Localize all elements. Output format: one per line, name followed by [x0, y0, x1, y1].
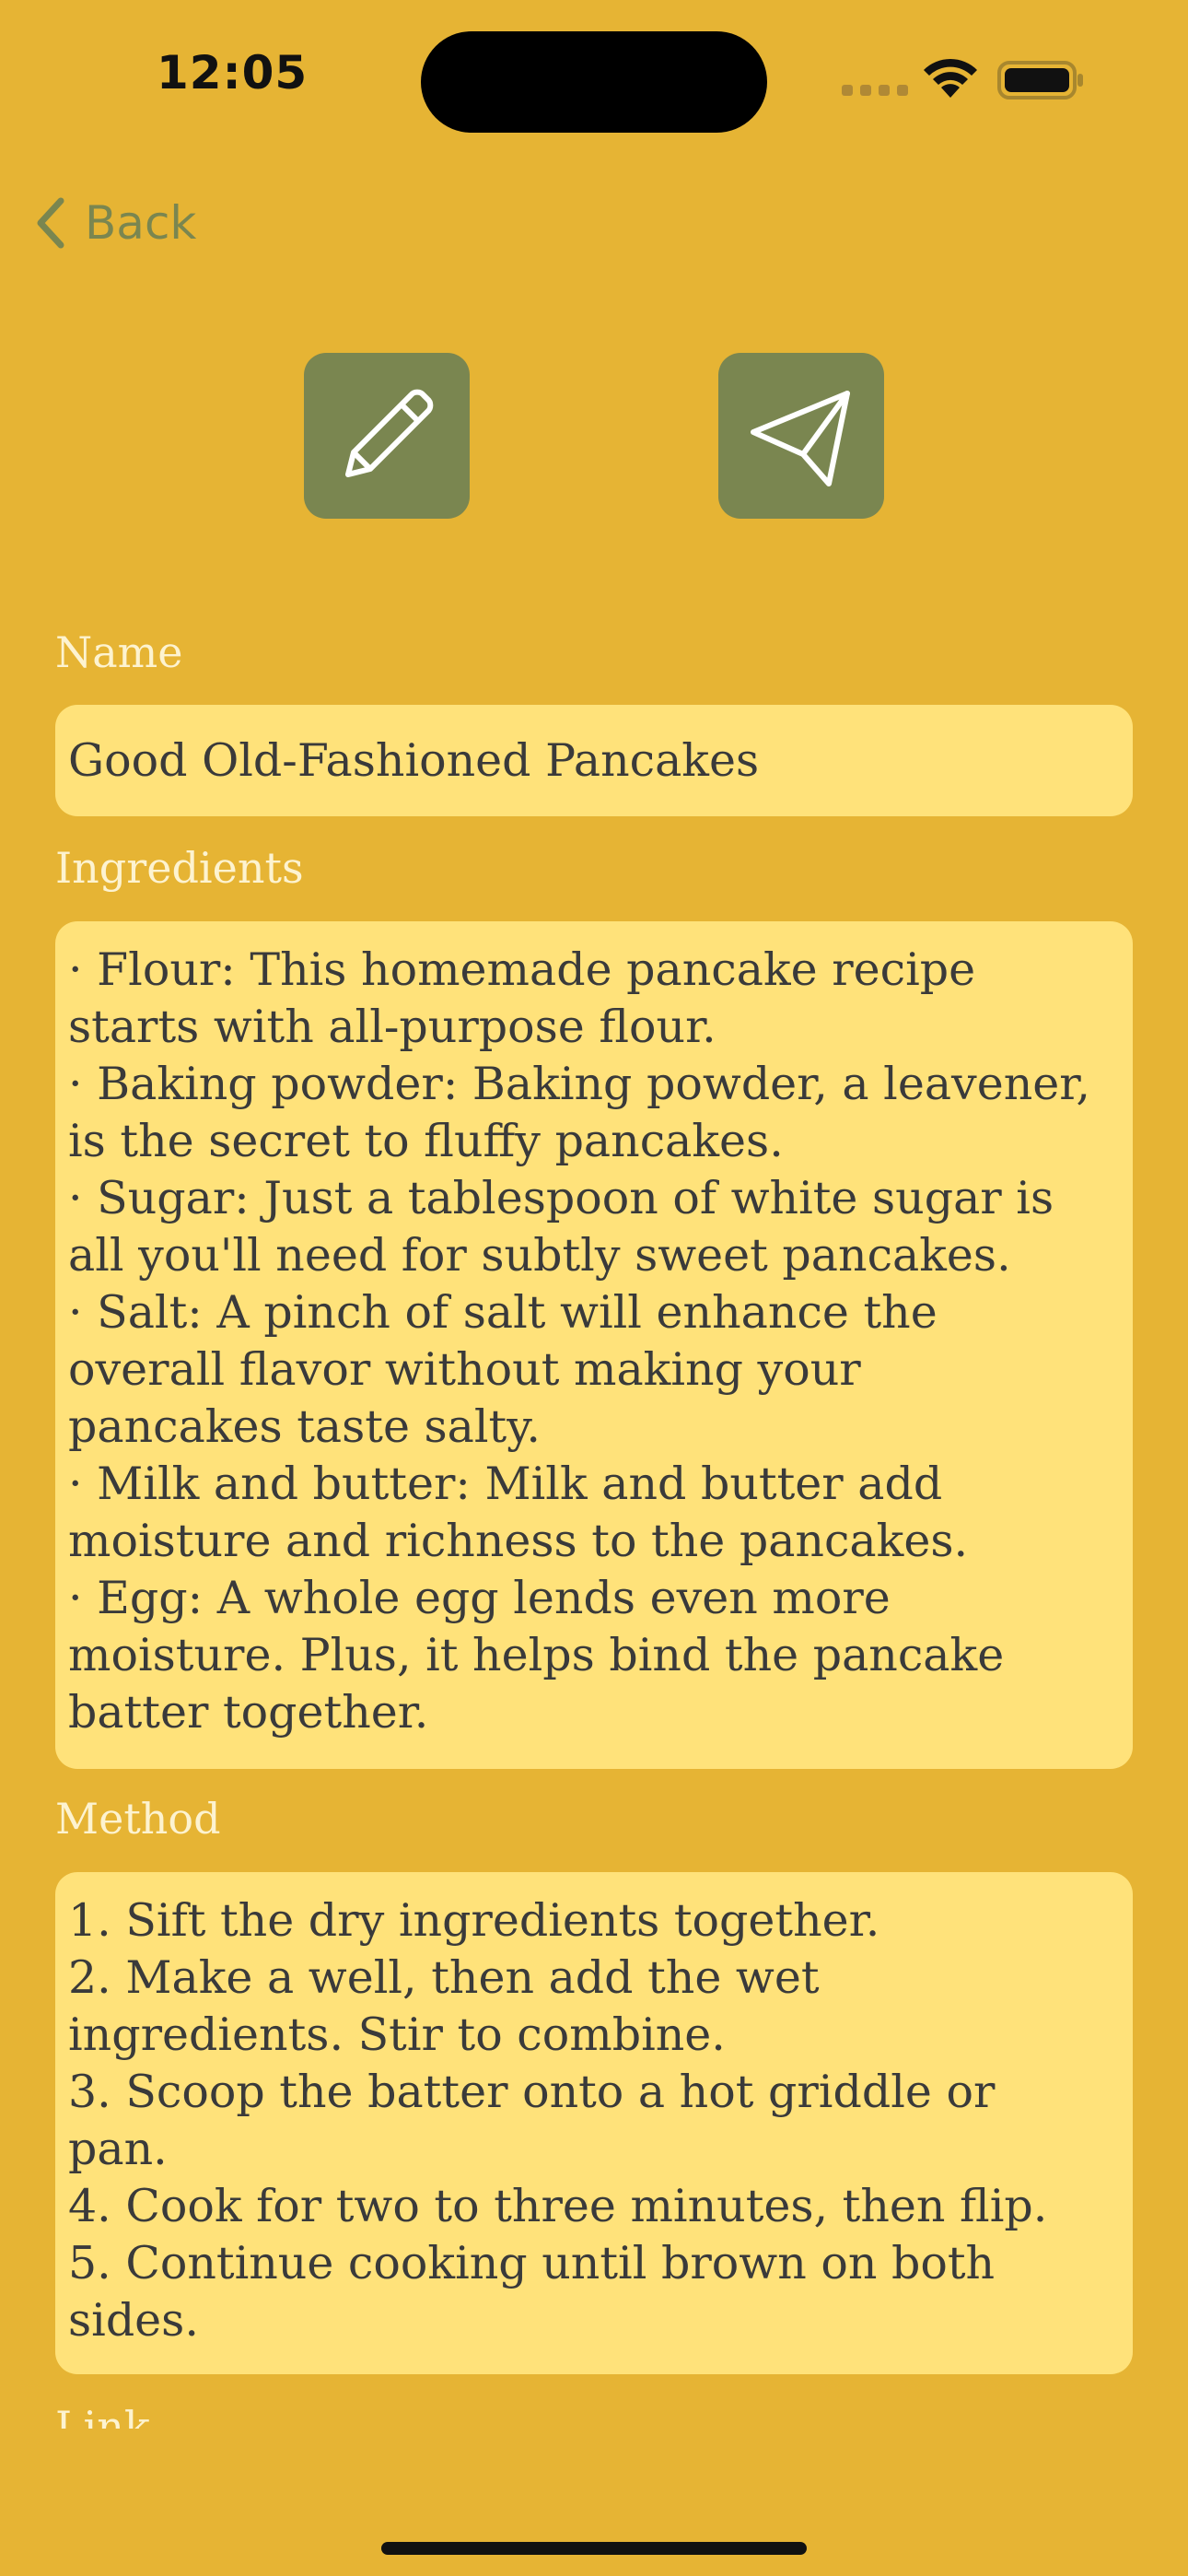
ingredient-line: · Egg: A whole egg lends even more — [68, 1572, 891, 1624]
status-time: 12:05 — [157, 46, 309, 100]
home-indicator[interactable] — [381, 2542, 807, 2555]
ingredient-line: · Sugar: Just a tablespoon of white suga… — [68, 1172, 1054, 1224]
method-line: pan. — [68, 2123, 168, 2175]
ingredient-line: · Baking powder: Baking powder, a leaven… — [68, 1058, 1090, 1110]
method-line: 5. Continue cooking until brown on both — [68, 2237, 996, 2289]
paper-plane-icon — [751, 391, 850, 486]
method-line: 1. Sift the dry ingredients together. — [68, 1894, 880, 1947]
method-field[interactable]: 1. Sift the dry ingredients together. 2.… — [55, 1872, 1133, 2374]
ingredient-line: moisture and richness to the pancakes. — [68, 1515, 969, 1567]
name-value: Good Old-Fashioned Pancakes — [68, 733, 760, 787]
name-field[interactable]: Good Old-Fashioned Pancakes — [55, 705, 1133, 816]
method-line: 2. Make a well, then add the wet — [68, 1951, 820, 2004]
ingredient-line: overall flavor without making your — [68, 1343, 861, 1396]
wifi-icon — [924, 58, 977, 98]
ingredient-line: moisture. Plus, it helps bind the pancak… — [68, 1629, 1005, 1681]
ingredients-label: Ingredients — [55, 843, 304, 893]
link-label-clip: Link — [55, 2401, 332, 2429]
ingredient-line: pancakes taste salty. — [68, 1400, 541, 1453]
ingredient-line: all you'll need for subtly sweet pancake… — [68, 1229, 1011, 1282]
link-label: Link — [55, 2402, 150, 2429]
method-line: ingredients. Stir to combine. — [68, 2008, 726, 2061]
ingredient-line: · Flour: This homemade pancake recipe — [68, 943, 976, 996]
name-label: Name — [55, 627, 183, 677]
ingredient-line: starts with all-purpose flour. — [68, 1001, 716, 1053]
ingredients-field[interactable]: · Flour: This homemade pancake recipe st… — [55, 921, 1133, 1769]
back-button[interactable]: Back — [33, 195, 196, 251]
back-label: Back — [85, 196, 197, 250]
ingredient-line: · Milk and butter: Milk and butter add — [68, 1458, 943, 1510]
ingredient-line: is the secret to fluffy pancakes. — [68, 1115, 784, 1167]
method-label: Method — [55, 1794, 221, 1844]
dynamic-island — [421, 31, 767, 133]
cellular-signal-icon — [842, 85, 908, 96]
battery-icon — [997, 61, 1083, 100]
ingredient-line: · Salt: A pinch of salt will enhance the — [68, 1286, 938, 1339]
method-line: sides. — [68, 2294, 199, 2347]
method-line: 4. Cook for two to three minutes, then f… — [68, 2180, 1048, 2232]
send-button[interactable] — [718, 353, 884, 519]
method-line: 3. Scoop the batter onto a hot griddle o… — [68, 2066, 996, 2118]
pencil-icon — [345, 389, 434, 477]
ingredient-line: batter together. — [68, 1686, 429, 1739]
chevron-left-icon — [37, 197, 64, 249]
edit-button[interactable] — [304, 353, 470, 519]
